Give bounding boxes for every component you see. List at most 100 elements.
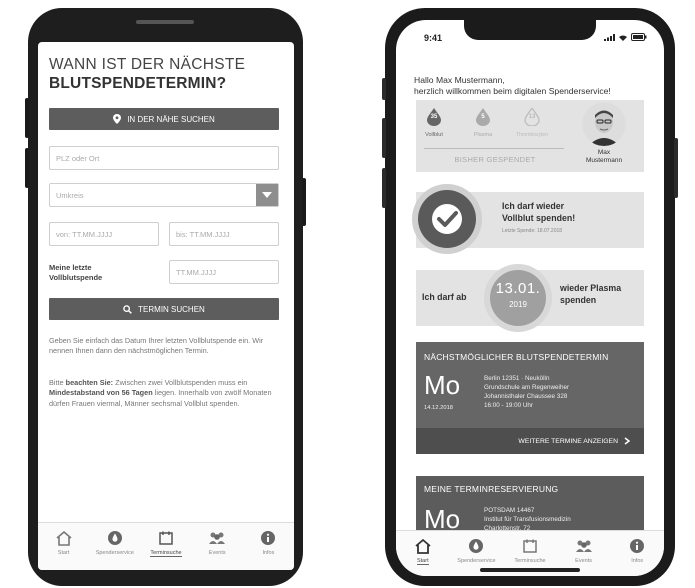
donation-summary-card[interactable]: 35 Vollblut 5 Plasma 13 Thrombozyten BIS…: [416, 100, 644, 172]
plasma-date-card[interactable]: Ich darf ab 13.01. 2019 wieder Plasma sp…: [416, 264, 644, 332]
home-icon: [54, 529, 74, 547]
tab-label: Terminsuche: [150, 550, 182, 557]
right-screen: 9:41 Hallo Max Mustermann, herzlich will…: [396, 20, 664, 576]
reservation-details: POTSDAM 14467 Institut für Transfusionsm…: [484, 506, 571, 533]
tab-label: Infos: [631, 558, 644, 564]
reservation-header: MEINE TERMINRESERVIERUNG: [424, 484, 559, 494]
power-button: [302, 178, 306, 226]
date-from-placeholder: von: TT.MM.JJJJ: [56, 229, 113, 239]
volume-button: [382, 118, 386, 158]
vollblut-label: Vollblut: [425, 132, 443, 138]
thrombozyten-counter: 13 Thrombozyten: [512, 106, 552, 138]
next-appointment-header: NÄCHSTMÖGLICHER BLUTSPENDETERMIN: [424, 352, 609, 362]
tab-label: Events: [208, 550, 226, 556]
tab-events[interactable]: Events: [192, 523, 243, 570]
speaker-grille: [136, 20, 194, 24]
tab-label: Infos: [262, 550, 275, 556]
next-day: Mo: [424, 370, 461, 400]
tab-start[interactable]: Start: [396, 531, 450, 576]
tab-start[interactable]: Start: [38, 523, 89, 570]
tab-terminsuche[interactable]: Terminsuche: [140, 523, 191, 570]
radius-select[interactable]: Umkreis: [49, 183, 279, 207]
info-text: Geben Sie einfach das Datum Ihrer letzte…: [49, 336, 264, 356]
nearby-search-button[interactable]: IN DER NÄHE SUCHEN: [49, 108, 279, 130]
people-icon: [207, 529, 227, 547]
plasma-prefix: Ich darf ab: [422, 292, 467, 302]
notice-bold-1: beachten Sie:: [65, 378, 114, 387]
home-icon: [413, 537, 433, 555]
last-donation-label: Meine letzte Vollblutspende: [49, 263, 103, 282]
reservation-line1: POTSDAM 14467: [484, 507, 535, 514]
thrombozyten-count: 13: [528, 114, 536, 120]
plz-input[interactable]: PLZ oder Ort: [49, 146, 279, 170]
notice-prefix: Bitte: [49, 378, 66, 387]
signal-icon: [604, 33, 615, 41]
next-date: 14.12.2018: [424, 405, 454, 411]
notice-mid: Zwischen zwei Vollblutspenden muss ein: [113, 378, 248, 387]
info-icon: [258, 529, 278, 547]
greeting-line1: Hallo Max Mustermann,: [414, 75, 505, 85]
tab-label: Terminsuche: [514, 558, 546, 564]
people-icon: [574, 537, 594, 555]
reservation-line2: Institut für Transfusionsmedizin: [484, 516, 571, 523]
next-location: Berlin 12351 · Neukölln Grundschule am R…: [484, 374, 569, 410]
tab-infos[interactable]: Infos: [243, 523, 294, 570]
plasma-suffix-line1: wieder Plasma: [560, 283, 622, 293]
power-button: [674, 138, 678, 198]
vollblut-count: 35: [430, 114, 438, 120]
eligibility-title-line2: Vollblut spenden!: [502, 213, 576, 223]
plasma-count: 5: [481, 114, 485, 120]
mute-switch: [382, 78, 386, 100]
date-to-placeholder: bis: TT.MM.JJJJ: [176, 229, 230, 239]
more-appointments-label: WEITERE TERMINE ANZEIGEN: [518, 437, 618, 445]
eligibility-title: Ich darf wieder Vollblut spenden!: [502, 200, 575, 224]
search-icon: [123, 304, 132, 314]
tab-label: Events: [575, 558, 592, 564]
tab-label: Spenderservice: [457, 558, 496, 564]
plasma-label: Plasma: [473, 132, 493, 138]
next-appointment-card[interactable]: NÄCHSTMÖGLICHER BLUTSPENDETERMIN Mo 14.1…: [416, 342, 644, 454]
checkmark-icon: [418, 190, 476, 248]
donated-so-far-label: BISHER GESPENDET: [454, 155, 536, 164]
wifi-icon: [619, 34, 627, 41]
tab-label: Start: [416, 558, 429, 565]
more-appointments-button[interactable]: WEITERE TERMINE ANZEIGEN: [416, 428, 644, 454]
info-icon: [627, 537, 647, 555]
greeting: Hallo Max Mustermann, herzlich willkomme…: [414, 75, 654, 97]
chevron-down-icon: [256, 184, 278, 206]
eligibility-card[interactable]: Ich darf wieder Vollblut spenden! Letzte…: [412, 184, 644, 254]
battery-icon: [631, 33, 647, 41]
search-appointment-label: TERMIN SUCHEN: [138, 304, 205, 314]
nearby-search-label: IN DER NÄHE SUCHEN: [127, 114, 215, 124]
tab-spenderservice[interactable]: Spenderservice: [89, 523, 140, 570]
avatar: [582, 102, 626, 146]
status-time: 9:41: [424, 33, 443, 43]
plasma-suffix: wieder Plasma spenden: [560, 282, 621, 306]
bottom-tab-bar: Start Spenderservice Terminsuche Events …: [38, 522, 294, 570]
last-donation-input[interactable]: TT.MM.JJJJ: [169, 260, 279, 284]
notice-text: Bitte beachten Sie: Zwischen zwei Vollbl…: [49, 378, 281, 409]
tab-infos[interactable]: Infos: [610, 531, 664, 576]
user-last-name: Mustermann: [585, 157, 623, 164]
blood-drop-icon: [466, 537, 486, 555]
next-location-line3: Johannisthaler Chaussee 328: [484, 393, 568, 400]
page-title-line2: BLUTSPENDETERMIN?: [49, 75, 227, 92]
date-from-input[interactable]: von: TT.MM.JJJJ: [49, 222, 159, 246]
notch: [464, 20, 596, 40]
page-title-line1: WANN IST DER NÄCHSTE: [49, 56, 246, 73]
volume-button: [382, 168, 386, 208]
plasma-year: 2019: [509, 300, 527, 309]
notice-bold-2: Mindestabstand von 56 Tagen: [49, 388, 153, 398]
left-screen: WANN IST DER NÄCHSTE BLUTSPENDETERMIN? I…: [38, 42, 294, 570]
chevron-right-icon: [624, 437, 630, 445]
date-to-input[interactable]: bis: TT.MM.JJJJ: [169, 222, 279, 246]
divider: [424, 148, 564, 149]
plasma-date-badge: 13.01. 2019: [490, 270, 546, 326]
thrombozyten-label: Thrombozyten: [516, 132, 548, 138]
radius-placeholder: Umkreis: [56, 190, 84, 200]
search-appointment-button[interactable]: TERMIN SUCHEN: [49, 298, 279, 320]
reservation-card[interactable]: MEINE TERMINRESERVIERUNG Mo POTSDAM 1446…: [416, 476, 644, 536]
volume-button: [25, 98, 29, 138]
location-pin-icon: [113, 114, 122, 124]
last-donation-info: Letzte Spende: 18.07.2018: [502, 228, 563, 234]
